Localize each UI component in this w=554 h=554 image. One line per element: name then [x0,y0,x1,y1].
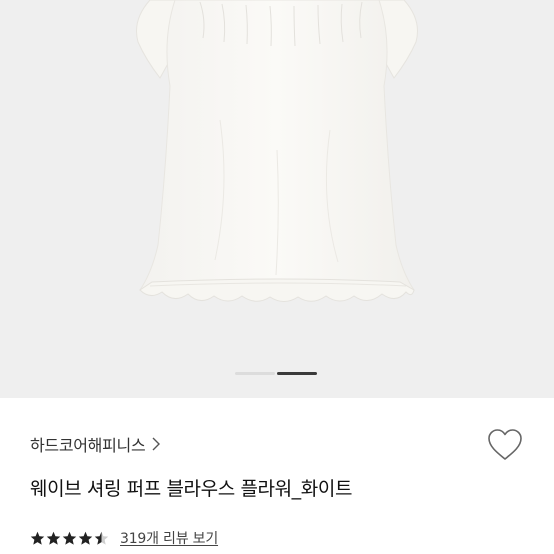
carousel-indicator [0,372,554,378]
heart-outline-icon[interactable] [486,428,524,462]
rating-row: 319개 리뷰 보기 [30,527,218,549]
carousel-dot[interactable] [235,372,275,375]
star-rating [30,531,110,546]
star-full-icon [78,531,93,545]
product-image-area[interactable] [0,0,554,398]
review-link[interactable]: 319개 리뷰 보기 [120,528,218,548]
brand-link[interactable]: 하드코어해피니스 [30,432,161,456]
carousel-dot-active[interactable] [277,372,317,375]
product-info: 하드코어해피니스 웨이브 셔링 퍼프 블라우스 플라워_화이트 319개 리뷰 … [0,398,554,554]
star-half-icon [94,531,109,545]
chevron-right-icon [152,437,161,451]
star-full-icon [30,531,45,545]
product-title: 웨이브 셔링 퍼프 블라우스 플라워_화이트 [30,478,353,500]
star-full-icon [62,531,77,545]
brand-name: 하드코어해피니스 [30,436,146,455]
star-full-icon [46,531,61,545]
blouse-image [136,0,418,302]
